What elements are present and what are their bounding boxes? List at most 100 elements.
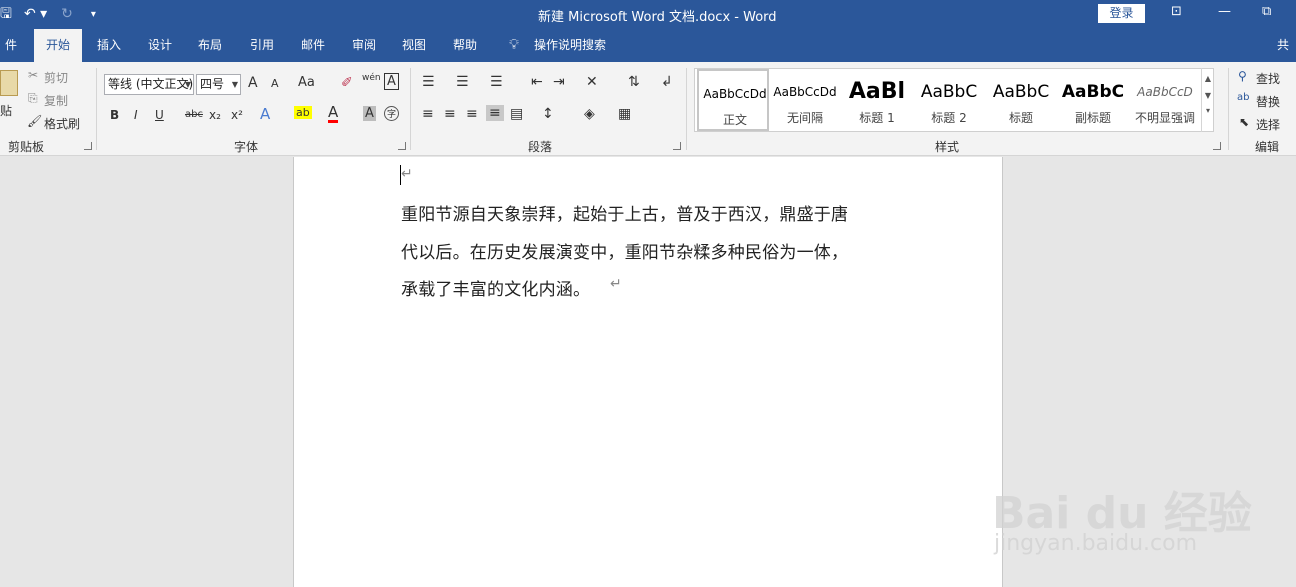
save-icon[interactable]: 🖫 — [0, 0, 12, 29]
tell-me-search[interactable]: 操作说明搜索 — [530, 29, 610, 62]
font-size-select[interactable]: 四号 ▼ — [196, 74, 241, 95]
align-left-icon[interactable]: ≡ — [422, 106, 434, 122]
undo-icon[interactable]: ↶ ▾ — [24, 0, 47, 29]
ribbon: 贴 ✂ 剪切 ⎘ 复制 🖌︎ 格式刷 剪贴板 等线 (中文正文) ▼ 四号 ▼ A … — [0, 62, 1296, 156]
tab-layout[interactable]: 布局 — [189, 29, 231, 62]
change-case-button[interactable]: Aa — [298, 75, 315, 90]
replace-icon[interactable]: ab — [1237, 92, 1249, 103]
font-name-select[interactable]: 等线 (中文正文) ▼ — [104, 74, 194, 95]
justify-icon[interactable]: ≡ — [486, 105, 504, 121]
login-button[interactable]: 登录 — [1098, 4, 1145, 23]
bold-button[interactable]: B — [110, 108, 119, 122]
tab-insert[interactable]: 插入 — [88, 29, 130, 62]
clipboard-launcher-icon[interactable] — [84, 142, 92, 150]
char-shading-button[interactable]: A — [363, 106, 376, 121]
minimize-button[interactable]: — — [1218, 4, 1231, 19]
redo-icon[interactable]: ↻ — [61, 0, 73, 29]
strikethrough-button[interactable]: abc — [185, 109, 203, 120]
tab-review[interactable]: 审阅 — [343, 29, 385, 62]
customize-qat-icon[interactable]: ▾ — [91, 0, 96, 29]
enclose-char-button[interactable]: 字 — [384, 106, 400, 121]
style-heading-2[interactable]: AaBbC 标题 2 — [913, 69, 985, 131]
subscript-button[interactable]: x₂ — [209, 108, 221, 122]
document-line[interactable]: 重阳节源自天象崇拜，起始于上古，普及于西汉，鼎盛于唐 — [401, 200, 848, 225]
char-border-button[interactable]: A — [384, 73, 399, 90]
paragraph-mark-icon: ↵ — [401, 166, 413, 182]
tab-file[interactable]: 件 — [0, 29, 22, 62]
multilevel-list-icon[interactable]: ☰ — [490, 74, 503, 90]
tab-home[interactable]: 开始 — [34, 29, 82, 62]
shrink-font-button[interactable]: A — [271, 77, 279, 90]
clear-format-button[interactable]: ✐ — [341, 75, 353, 91]
shading-icon[interactable]: ◈ — [584, 106, 595, 122]
share-button[interactable]: 共 — [1270, 29, 1296, 62]
style-name: 无间隔 — [786, 111, 823, 125]
tab-help[interactable]: 帮助 — [444, 29, 486, 62]
copy-button[interactable]: 复制 — [44, 92, 68, 109]
align-center-icon[interactable]: ≡ — [444, 106, 456, 122]
grow-font-button[interactable]: A — [248, 75, 258, 91]
chevron-down-icon[interactable]: ▼ — [1202, 91, 1214, 100]
style-title[interactable]: AaBbC 标题 — [985, 69, 1057, 131]
highlight-button[interactable]: ab — [294, 106, 312, 119]
font-launcher-icon[interactable] — [398, 142, 406, 150]
styles-scroll[interactable]: ▲ ▼ ▾ — [1201, 68, 1214, 132]
chevron-down-icon: ▼ — [184, 80, 191, 89]
style-no-spacing[interactable]: AaBbCcDd 无间隔 — [769, 69, 841, 131]
ribbon-display-options-icon[interactable]: ⊡ — [1171, 4, 1182, 19]
borders-icon[interactable]: ▦ — [618, 106, 631, 122]
font-size-value: 四号 — [200, 77, 225, 91]
sort-icon[interactable]: ⇅ — [628, 74, 640, 90]
decrease-indent-icon[interactable]: ⇤ — [531, 74, 543, 90]
align-right-icon[interactable]: ≡ — [466, 106, 478, 122]
tab-design[interactable]: 设计 — [139, 29, 181, 62]
window-title: 新建 Microsoft Word 文档.docx - Word — [538, 10, 777, 25]
style-heading-1[interactable]: AaBl 标题 1 — [841, 69, 913, 131]
more-styles-icon[interactable]: ▾ — [1202, 106, 1214, 115]
phonetic-guide-button[interactable]: wén — [362, 73, 381, 83]
chinese-layout-icon[interactable]: ✕ — [586, 74, 598, 90]
style-subtle-emphasis[interactable]: AaBbCcD 不明显强调 — [1129, 69, 1201, 131]
style-preview: AaBbCcDd — [773, 85, 837, 99]
cut-button[interactable]: 剪切 — [44, 69, 68, 86]
style-preview: AaBbC — [920, 82, 978, 102]
tab-mailings[interactable]: 邮件 — [292, 29, 334, 62]
style-subtitle[interactable]: AaBbC 副标题 — [1057, 69, 1129, 131]
font-group-label: 字体 — [234, 140, 259, 154]
document-page[interactable]: ↵ 重阳节源自天象崇拜，起始于上古，普及于西汉，鼎盛于唐 代以后。在历史发展演变… — [293, 157, 1003, 587]
find-icon[interactable]: ⚲ — [1238, 69, 1247, 83]
document-line[interactable]: 承载了丰富的文化内涵。 — [401, 275, 590, 300]
increase-indent-icon[interactable]: ⇥ — [553, 74, 565, 90]
document-line[interactable]: 代以后。在历史发展演变中，重阳节杂糅多种民俗为一体， — [401, 238, 848, 263]
distributed-icon[interactable]: ▤ — [510, 106, 523, 122]
numbering-icon[interactable]: ☰ — [456, 74, 469, 90]
copy-icon[interactable]: ⎘ — [28, 91, 38, 106]
styles-launcher-icon[interactable] — [1213, 142, 1221, 150]
font-color-button[interactable]: A — [328, 105, 339, 123]
paste-button[interactable]: 贴 — [0, 102, 12, 119]
italic-button[interactable]: I — [134, 108, 138, 122]
bullets-icon[interactable]: ☰ — [422, 74, 435, 90]
select-icon[interactable]: ⬉ — [1239, 115, 1249, 129]
paragraph-launcher-icon[interactable] — [673, 142, 681, 150]
find-button[interactable]: 查找 — [1256, 70, 1280, 87]
lightbulb-icon[interactable]: 💡︎ — [505, 29, 523, 62]
underline-button[interactable]: U — [155, 108, 164, 122]
quick-access-toolbar: 🖫 ↶ ▾ ↻ ▾ — [0, 0, 96, 29]
cut-icon[interactable]: ✂ — [28, 68, 38, 82]
replace-button[interactable]: 替换 — [1256, 93, 1280, 110]
superscript-button[interactable]: x² — [231, 108, 243, 122]
watermark-url: jingyan.baidu.com — [994, 531, 1198, 556]
paste-icon[interactable] — [0, 70, 18, 96]
format-painter-icon[interactable]: 🖌︎ — [27, 114, 42, 128]
show-marks-icon[interactable]: ↲ — [661, 74, 673, 90]
style-normal[interactable]: AaBbCcDd 正文 — [697, 69, 769, 131]
text-effects-button[interactable]: A — [260, 105, 270, 123]
tab-references[interactable]: 引用 — [241, 29, 283, 62]
format-painter-button[interactable]: 格式刷 — [44, 115, 80, 132]
restore-button[interactable]: ⧉ — [1262, 4, 1271, 19]
select-button[interactable]: 选择 — [1256, 116, 1280, 133]
tab-view[interactable]: 视图 — [393, 29, 435, 62]
chevron-up-icon[interactable]: ▲ — [1202, 74, 1214, 83]
line-spacing-icon[interactable]: ↕ — [542, 106, 554, 122]
